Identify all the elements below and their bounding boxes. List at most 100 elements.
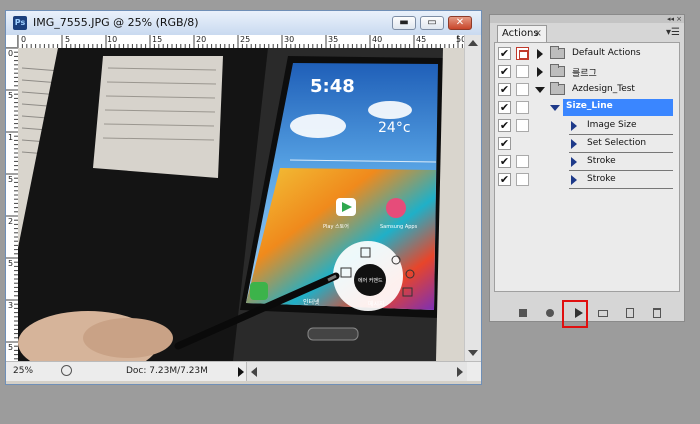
ruler-mark: 5: [65, 35, 71, 44]
tab-close-icon[interactable]: ×: [534, 26, 542, 42]
close-panel-icon[interactable]: ×: [676, 15, 682, 23]
step-label: Stroke: [587, 174, 616, 184]
phone-temperature: 24°c: [378, 120, 411, 136]
dialog-toggle[interactable]: [516, 47, 529, 60]
dialog-toggle[interactable]: [516, 119, 529, 132]
vertical-ruler-mark: 5: [8, 259, 14, 268]
doc-size: Doc: 7.23M/7.23M: [126, 366, 208, 376]
maximize-button[interactable]: ▭: [420, 16, 444, 30]
stop-button[interactable]: [516, 306, 530, 320]
toggle-checkbox[interactable]: ✔: [498, 65, 511, 78]
collapse-panel-icon[interactable]: ◂◂: [667, 15, 674, 23]
close-button[interactable]: ✕: [448, 16, 472, 30]
action-label: Size_Line: [566, 101, 613, 111]
record-button[interactable]: [543, 306, 557, 320]
minimize-button[interactable]: ▬: [392, 16, 416, 30]
status-menu-arrow-icon[interactable]: [238, 367, 244, 377]
collapse-arrow-icon[interactable]: [535, 87, 545, 93]
action-set-label: Default Actions: [572, 48, 641, 58]
action-set-label: 를르그: [572, 69, 597, 79]
close-icon: ✕: [455, 17, 465, 28]
dialog-toggle[interactable]: [516, 173, 529, 186]
expand-arrow-icon[interactable]: [571, 139, 577, 149]
ruler-mark: 20: [196, 35, 207, 44]
action-set-row[interactable]: ✔ Default Actions: [495, 45, 679, 63]
new-action-icon: [626, 308, 634, 318]
phone-app-label: 인터넷: [303, 298, 320, 306]
dialog-toggle[interactable]: [516, 83, 529, 96]
action-step-row[interactable]: ✔ Set Selection: [495, 135, 679, 153]
expand-arrow-icon[interactable]: [571, 121, 577, 131]
phone-app-label: 메시지: [368, 300, 385, 308]
scroll-down-icon[interactable]: [468, 350, 478, 356]
photoshop-icon: Ps: [13, 16, 27, 30]
maximize-icon: ▭: [427, 17, 437, 28]
vertical-ruler-mark: 5: [8, 343, 14, 352]
vertical-ruler-mark: 1: [8, 133, 14, 142]
vertical-ruler-mark: 5: [8, 175, 14, 184]
action-row-selected[interactable]: ✔ Size_Line: [495, 99, 679, 117]
zoom-icon[interactable]: [61, 365, 72, 376]
step-label: Set Selection: [587, 138, 647, 148]
action-step-row[interactable]: ✔ Stroke: [495, 171, 679, 189]
expand-arrow-icon[interactable]: [571, 175, 577, 185]
horizontal-scrollbar[interactable]: [246, 362, 467, 381]
toggle-checkbox[interactable]: ✔: [498, 83, 511, 96]
folder-icon: [550, 46, 565, 59]
new-set-button[interactable]: [596, 306, 610, 320]
tab-actions[interactable]: Actions ×: [497, 25, 547, 42]
folder-icon: [550, 64, 565, 77]
actions-list: ✔ Default Actions ✔ 를르그 ✔ Azdesign_Test …: [494, 42, 680, 292]
collapse-arrow-icon[interactable]: [550, 105, 560, 111]
horizontal-ruler[interactable]: 0 5 10 15 20 25 30 35 40 45 50: [18, 35, 464, 49]
action-step-row[interactable]: ✔ Stroke: [495, 153, 679, 171]
toggle-checkbox[interactable]: ✔: [498, 173, 511, 186]
toggle-checkbox[interactable]: ✔: [498, 101, 511, 114]
expand-arrow-icon[interactable]: [537, 67, 543, 77]
vertical-ruler-mark: 3: [8, 301, 14, 310]
ruler-mark: 45: [416, 35, 427, 44]
scroll-left-icon[interactable]: [251, 367, 257, 377]
vertical-ruler-mark: 2: [8, 217, 14, 226]
action-step-row[interactable]: ✔ Image Size: [495, 117, 679, 135]
toggle-checkbox[interactable]: ✔: [498, 155, 511, 168]
record-icon: [546, 309, 554, 317]
document-canvas[interactable]: 5:48 24°c Play 스토어 Samsung Apps 에어 커맨드 인…: [18, 48, 464, 361]
scroll-right-icon[interactable]: [457, 367, 463, 377]
toggle-checkbox[interactable]: ✔: [498, 119, 511, 132]
new-set-icon: [598, 310, 608, 317]
new-action-button[interactable]: [623, 306, 637, 320]
action-set-row[interactable]: ✔ Azdesign_Test: [495, 81, 679, 99]
ruler-mark: 10: [107, 35, 118, 44]
expand-arrow-icon[interactable]: [537, 49, 543, 59]
vertical-scrollbar[interactable]: [464, 35, 481, 361]
folder-icon: [550, 82, 565, 95]
dialog-icon: [519, 50, 528, 59]
dialog-toggle[interactable]: [516, 65, 529, 78]
step-label: Stroke: [587, 156, 616, 166]
phone-app-label: Samsung Apps: [380, 224, 418, 230]
expand-arrow-icon[interactable]: [571, 157, 577, 167]
photo-image: 5:48 24°c Play 스토어 Samsung Apps 에어 커맨드 인…: [18, 48, 464, 361]
action-set-row[interactable]: ✔ 를르그: [495, 63, 679, 81]
vertical-ruler-mark: 0: [8, 49, 14, 58]
ruler-mark: 35: [328, 35, 339, 44]
dialog-toggle[interactable]: [516, 155, 529, 168]
ruler-mark: 15: [152, 35, 163, 44]
air-command-label: 에어 커맨드: [358, 277, 383, 284]
document-title: IMG_7555.JPG @ 25% (RGB/8): [33, 16, 199, 29]
action-set-label: Azdesign_Test: [572, 84, 635, 94]
scroll-up-icon[interactable]: [468, 40, 478, 46]
vertical-ruler-mark: 5: [8, 91, 14, 100]
document-title-bar[interactable]: Ps IMG_7555.JPG @ 25% (RGB/8) ▬ ▭ ✕: [6, 11, 481, 35]
toggle-checkbox[interactable]: ✔: [498, 47, 511, 60]
ruler-corner[interactable]: [6, 35, 18, 48]
selected-action[interactable]: Size_Line: [563, 99, 673, 116]
panel-menu-icon[interactable]: ▾☰: [666, 27, 680, 38]
ruler-mark: 25: [240, 35, 251, 44]
panel-header[interactable]: ◂◂ ×: [490, 15, 684, 23]
zoom-level[interactable]: 25%: [13, 366, 33, 376]
dialog-toggle[interactable]: [516, 101, 529, 114]
delete-button[interactable]: [650, 306, 664, 320]
toggle-checkbox[interactable]: ✔: [498, 137, 511, 150]
